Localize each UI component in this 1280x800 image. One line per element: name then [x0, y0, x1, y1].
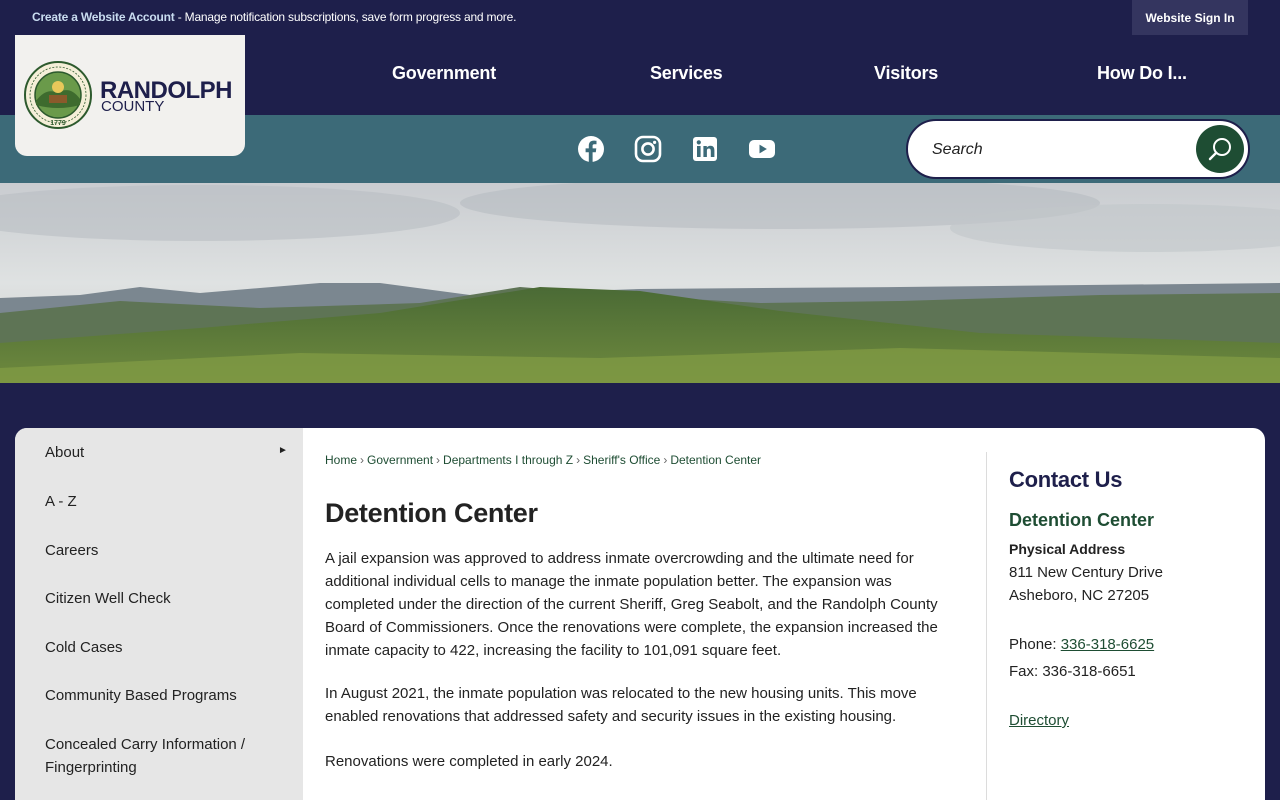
sidebar-item-cold-cases[interactable]: Cold Cases — [45, 636, 285, 659]
nav-services[interactable]: Services — [650, 63, 723, 84]
county-seal-icon: 1779 — [24, 61, 92, 129]
contact-widget: Contact Us Detention Center Physical Add… — [1009, 428, 1249, 800]
content-panel: About ► A - Z Careers Citizen Well Check… — [15, 428, 1265, 800]
phone-label: Phone: — [1009, 636, 1061, 653]
search-button[interactable] — [1196, 125, 1244, 173]
home-logo[interactable]: 1779 RANDOLPH COUNTY — [15, 35, 245, 156]
seal-year: 1779 — [50, 120, 66, 127]
account-message: Create a Website Account - Manage notifi… — [32, 10, 516, 24]
sidebar-item-concealed-carry[interactable]: Concealed Carry Information / Fingerprin… — [45, 733, 275, 779]
address-label: Physical Address — [1009, 541, 1126, 557]
breadcrumb-separator: › — [436, 453, 441, 467]
main-content: Home › Government › Departments I through Z ›… — [325, 428, 955, 800]
nav-how-do-i[interactable]: How Do I... — [1097, 63, 1187, 84]
youtube-icon[interactable] — [748, 135, 776, 163]
address-line-2: Asheboro, NC 27205 — [1009, 587, 1150, 604]
sidebar-item-community-based-programs[interactable]: Community Based Programs — [45, 684, 285, 707]
search-bar — [906, 119, 1250, 179]
body-paragraph: A jail expansion was approved to address… — [325, 550, 938, 659]
create-account-link[interactable]: Create a Website Account — [32, 10, 175, 24]
submenu-arrow-icon[interactable]: ► — [278, 445, 288, 456]
directory-link[interactable]: Directory — [1009, 712, 1069, 729]
breadcrumb-detention-center[interactable]: Detention Center — [670, 453, 761, 467]
phone-link[interactable]: 336-318-6625 — [1061, 636, 1154, 653]
facebook-icon[interactable] — [577, 135, 605, 163]
breadcrumb-government[interactable]: Government — [367, 453, 433, 467]
body-paragraph: In August 2021, the inmate population wa… — [325, 685, 917, 725]
fax-label: Fax: — [1009, 663, 1043, 680]
nav-government[interactable]: Government — [392, 63, 496, 84]
logo-subname: COUNTY — [101, 98, 165, 115]
breadcrumb: Home › Government › Departments I through Z ›… — [325, 453, 761, 467]
sidebar-item-about[interactable]: About — [45, 441, 285, 464]
address-line-1: 811 New Century Drive — [1009, 564, 1163, 581]
instagram-icon[interactable] — [634, 135, 662, 163]
sidebar-item-citizen-well-check[interactable]: Citizen Well Check — [45, 587, 285, 610]
utility-bar: Create a Website Account - Manage notifi… — [0, 0, 1280, 35]
fax-row: Fax: 336-318-6651 — [1009, 663, 1136, 680]
linkedin-icon[interactable] — [691, 135, 719, 163]
column-divider — [986, 452, 987, 800]
sidebar: About ► A - Z Careers Citizen Well Check… — [15, 428, 303, 800]
breadcrumb-separator: › — [360, 453, 365, 467]
breadcrumb-departments[interactable]: Departments I through Z — [443, 453, 573, 467]
breadcrumb-separator: › — [576, 453, 581, 467]
search-input[interactable] — [932, 137, 1182, 163]
contact-department: Detention Center — [1009, 510, 1155, 530]
breadcrumb-home[interactable]: Home — [325, 453, 357, 467]
breadcrumb-sheriffs-office[interactable]: Sheriff's Office — [583, 453, 660, 467]
account-message-text: - Manage notification subscriptions, sav… — [174, 10, 517, 24]
sidebar-item-label: About — [45, 444, 85, 461]
page-title: Detention Center — [325, 498, 538, 528]
nav-visitors[interactable]: Visitors — [874, 63, 938, 84]
fax-number: 336-318-6651 — [1042, 663, 1136, 680]
search-icon — [1208, 138, 1231, 161]
hero-image — [0, 183, 1280, 383]
contact-heading: Contact Us — [1009, 467, 1123, 492]
phone-row: Phone: 336-318-6625 — [1009, 636, 1154, 653]
sign-in-button[interactable]: Website Sign In — [1132, 0, 1248, 35]
sidebar-item-a-z[interactable]: A - Z — [45, 490, 285, 513]
directory-row: Directory — [1009, 712, 1069, 729]
sidebar-item-careers[interactable]: Careers — [45, 539, 285, 562]
body-paragraph: Renovations were completed in early 2024… — [325, 753, 613, 770]
breadcrumb-separator: › — [663, 453, 668, 467]
